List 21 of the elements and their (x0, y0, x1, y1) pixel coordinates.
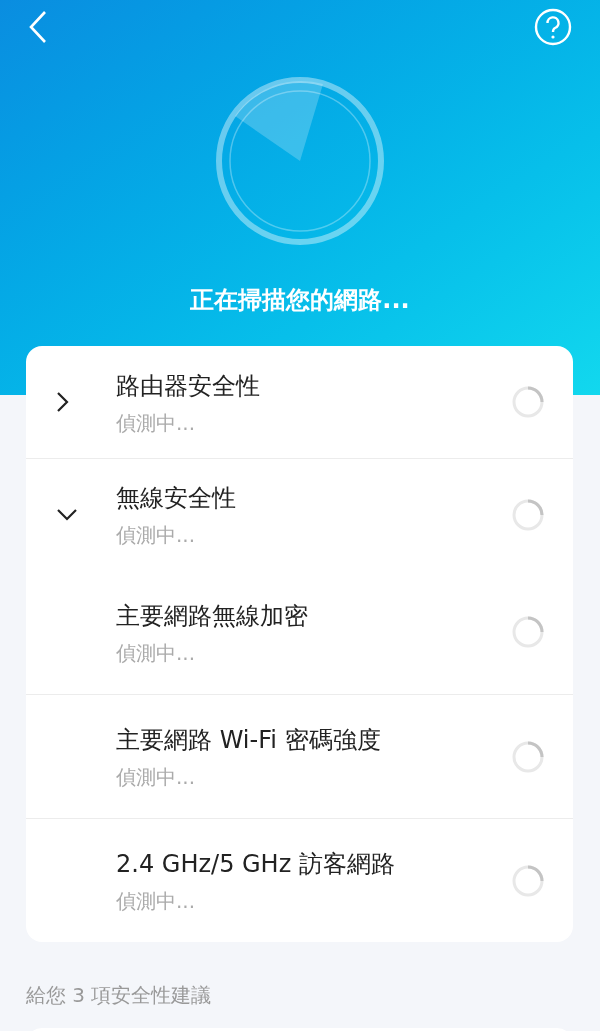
check-status: 偵測中... (116, 523, 197, 548)
check-status: 偵測中... (116, 889, 197, 914)
check-title: 主要網路 Wi-Fi 密碼強度 (116, 725, 382, 755)
check-title: 路由器安全性 (116, 370, 261, 401)
check-title: 無線安全性 (116, 483, 237, 513)
check-status: 偵測中... (116, 410, 197, 436)
loading-spinner-icon (511, 497, 545, 532)
chevron-down-icon[interactable] (56, 507, 78, 522)
loading-spinner-icon (511, 739, 545, 774)
loading-spinner-icon (511, 385, 545, 419)
loading-spinner-icon (511, 615, 545, 649)
chevron-right-icon[interactable] (56, 391, 70, 413)
check-status: 偵測中... (116, 640, 197, 666)
suggestions-heading: 給您 3 項安全性建議 (26, 983, 212, 1007)
radar-scan-icon (215, 76, 385, 246)
check-title: 主要網路無線加密 (116, 600, 309, 631)
scan-title: 正在掃描您的網路... (190, 285, 410, 316)
back-icon[interactable] (28, 10, 48, 44)
check-title: 2.4 GHz/5 GHz 訪客網路 (116, 849, 396, 879)
check-status: 偵測中... (116, 765, 197, 790)
loading-spinner-icon (511, 863, 545, 898)
